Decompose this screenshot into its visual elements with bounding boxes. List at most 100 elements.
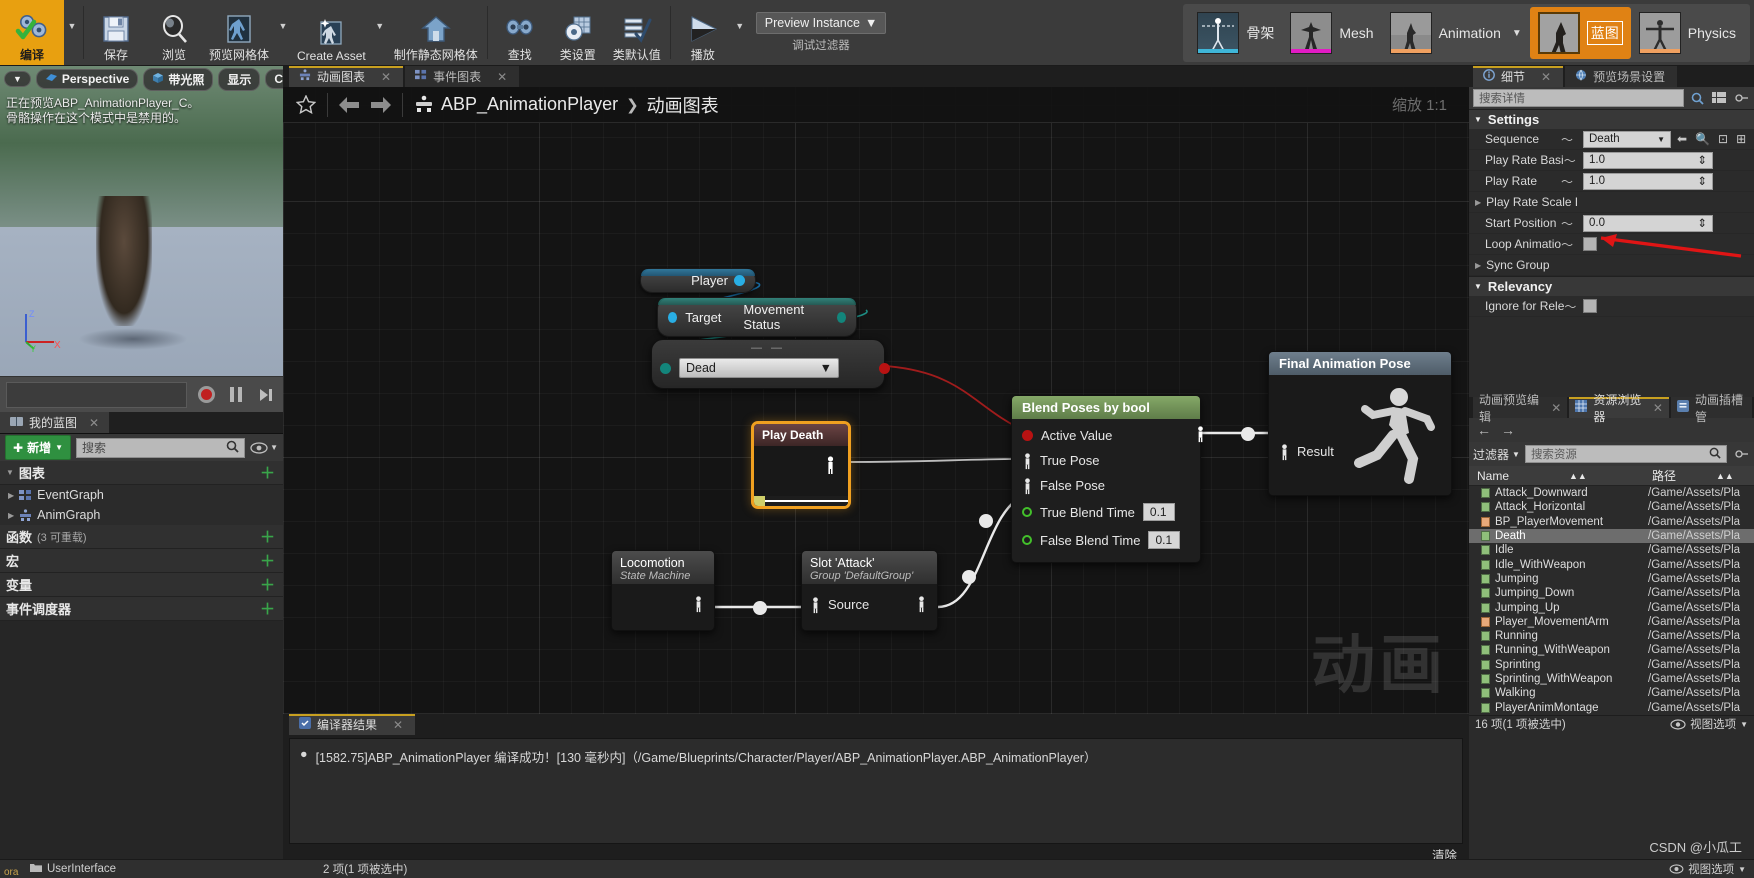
property-play-rate[interactable]: Play Rate 〜 1.0 ⇕ (1469, 171, 1754, 192)
reset-to-default-icon[interactable]: 〜 (1564, 298, 1576, 315)
blend-row-false-blend-time[interactable]: False Blend Time 0.1 (1020, 526, 1192, 554)
result-pin[interactable] (1279, 444, 1289, 461)
play-rate-basis-input[interactable]: 1.0 ⇕ (1583, 151, 1713, 169)
tab-asset-browser[interactable]: 资源浏览器 ✕ (1569, 393, 1669, 424)
new-asset-icon[interactable]: ⊞ (1734, 132, 1748, 146)
close-icon[interactable]: ✕ (497, 70, 507, 84)
add-event-dispatcher-button[interactable]: ＋ (260, 598, 275, 619)
chevron-right-icon[interactable]: ▶ (8, 511, 14, 520)
tab-my-blueprint[interactable]: 我的蓝图 ✕ (0, 412, 111, 433)
asset-row-2[interactable]: BP_PlayerMovement/Game/Assets/Pla (1469, 515, 1754, 529)
browse-to-asset-icon[interactable]: 🔍 (1693, 132, 1712, 146)
animation-scrub-track[interactable] (6, 381, 187, 408)
add-macro-button[interactable]: ＋ (260, 550, 275, 571)
asset-row-6[interactable]: Jumping/Game/Assets/Pla (1469, 572, 1754, 586)
ignore-for-relevancy-checkbox[interactable] (1583, 299, 1597, 313)
asset-row-3-selected[interactable]: Death/Game/Assets/Pla (1469, 528, 1754, 544)
step-button[interactable] (255, 383, 277, 407)
asset-row-11[interactable]: Running_WithWeapon/Game/Assets/Pla (1469, 643, 1754, 657)
true-blend-time-input[interactable]: 0.1 (1142, 503, 1175, 521)
node-slot-attack[interactable]: Slot 'Attack' Group 'DefaultGroup' Sourc… (801, 550, 938, 631)
add-new-button[interactable]: ✚ 新增 ▼ (5, 435, 71, 460)
close-icon[interactable]: ✕ (1653, 401, 1663, 415)
true-pose-pin[interactable] (1022, 453, 1032, 470)
category-relevancy[interactable]: ▼ Relevancy (1469, 276, 1754, 296)
final-pose-result-row[interactable]: Result (1277, 439, 1336, 464)
tab-compiler-results[interactable]: 编译器结果 ✕ (289, 714, 416, 735)
tab-event-graph[interactable]: 事件图表 ✕ (405, 66, 520, 87)
property-play-rate-scale-bias[interactable]: ▶ Play Rate Scale Bi (1469, 192, 1754, 213)
viewport-camera-mode-button[interactable]: Perspective (35, 69, 139, 89)
play-button[interactable]: 播放 (674, 0, 732, 65)
pose-output-pin[interactable] (825, 456, 836, 478)
add-variable-button[interactable]: ＋ (260, 574, 275, 595)
viewport-view-mode-button[interactable]: 带光照 (143, 67, 214, 91)
player-output-pin[interactable] (734, 275, 745, 286)
asset-row-9[interactable]: Player_MovementArm/Game/Assets/Pla (1469, 615, 1754, 629)
false-blend-time-pin[interactable] (1022, 535, 1032, 545)
preview-instance-combo[interactable]: Preview Instance ▼ (755, 12, 887, 34)
find-button[interactable]: 查找 (491, 0, 549, 65)
details-grid-view-icon[interactable] (1710, 89, 1728, 107)
mode-skeleton[interactable]: 骨架 (1189, 7, 1282, 59)
details-settings-icon[interactable] (1732, 89, 1750, 107)
asset-row-15[interactable]: PlayerAnimMontage/Game/Assets/Pla (1469, 700, 1754, 714)
asset-row-13[interactable]: Sprinting_WithWeapon/Game/Assets/Pla (1469, 672, 1754, 686)
compile-dropdown-arrow[interactable]: ▼ (64, 0, 80, 65)
loop-animation-checkbox[interactable] (1583, 237, 1597, 251)
node-final-animation-pose[interactable]: Final Animation Pose Result (1268, 351, 1452, 496)
false-pose-pin[interactable] (1022, 478, 1032, 495)
close-icon[interactable]: ✕ (1551, 401, 1561, 415)
asset-row-12[interactable]: Sprinting/Game/Assets/Pla (1469, 658, 1754, 672)
chevron-right-icon[interactable]: ▶ (1475, 261, 1481, 270)
open-asset-icon[interactable]: ⊡ (1716, 132, 1730, 146)
slot-source-row[interactable]: Source (808, 592, 871, 617)
asset-view-options-icon[interactable] (1732, 445, 1750, 463)
asset-row-4[interactable]: Idle/Game/Assets/Pla (1469, 543, 1754, 557)
sequence-asset-picker[interactable]: Death ▼ (1583, 130, 1671, 148)
status-view-options-button[interactable]: 视图选项 ▼ (1669, 861, 1754, 877)
use-selected-asset-icon[interactable]: ⬅ (1675, 132, 1689, 146)
blend-output-pose-pin[interactable] (1195, 425, 1206, 446)
node-enum-equal[interactable]: — — Dead ▼ (651, 339, 890, 389)
chevron-right-icon[interactable]: ▶ (8, 491, 14, 500)
spinner-icon[interactable]: ⇕ (1697, 174, 1707, 188)
target-input-pin[interactable] (668, 311, 678, 323)
my-blueprint-search-input[interactable]: 搜索 (76, 437, 246, 458)
asset-view-options-button[interactable]: 视图选项 ▼ (1670, 716, 1748, 732)
asset-column-name[interactable]: Name ▲▲ (1469, 469, 1648, 483)
false-blend-time-input[interactable]: 0.1 (1148, 531, 1181, 549)
node-locomotion-state-machine[interactable]: Locomotion State Machine (611, 550, 715, 631)
reset-to-default-icon[interactable]: 〜 (1561, 131, 1573, 148)
make-static-mesh-button[interactable]: 制作静态网格体 (388, 0, 484, 65)
tree-section-event-dispatchers[interactable]: 事件调度器 ＋ (0, 597, 283, 621)
slot-output-pose-pin[interactable] (916, 596, 927, 616)
chevron-right-icon[interactable]: ▶ (1475, 198, 1481, 207)
true-blend-time-pin[interactable] (1022, 507, 1032, 517)
add-function-button[interactable]: ＋ (260, 526, 275, 547)
asset-row-0[interactable]: Attack_Downward/Game/Assets/Pla (1469, 486, 1754, 500)
blend-row-true-pose[interactable]: True Pose (1020, 448, 1192, 473)
tree-section-graphs[interactable]: ▼ 图表 ＋ (0, 461, 283, 485)
reset-to-default-icon[interactable]: 〜 (1564, 152, 1576, 169)
blend-row-true-blend-time[interactable]: True Blend Time 0.1 (1020, 498, 1192, 526)
locomotion-output-pose-pin[interactable] (693, 596, 704, 616)
spinner-icon[interactable]: ⇕ (1697, 153, 1707, 167)
spinner-icon[interactable]: ⇕ (1697, 216, 1707, 230)
node-get-movement-status[interactable]: Target Movement Status (657, 297, 857, 337)
tab-anim-slot-manager[interactable]: 动画插槽管 (1670, 393, 1752, 424)
node-blend-poses-by-bool[interactable]: Blend Poses by bool Active Value True Po… (1011, 395, 1206, 563)
tree-section-functions[interactable]: 函数 (3 可重载) ＋ (0, 525, 283, 549)
tree-section-macros[interactable]: 宏 ＋ (0, 549, 283, 573)
tab-details[interactable]: 细节 ✕ (1473, 66, 1564, 87)
source-pin[interactable] (810, 597, 820, 614)
preview-mesh-dropdown-arrow[interactable]: ▼ (275, 0, 291, 65)
node-play-death[interactable]: Play Death (751, 421, 851, 509)
save-button[interactable]: 保存 (87, 0, 145, 65)
preview-viewport[interactable]: ▼ Perspective 带光照 显示 C 正在预览ABP_Animation… (0, 66, 283, 376)
property-sync-group[interactable]: ▶ Sync Group (1469, 255, 1754, 276)
enum-input-pin[interactable] (660, 362, 671, 374)
tab-preview-scene-settings[interactable]: 预览场景设置 (1565, 66, 1678, 87)
asset-list[interactable]: Attack_Downward/Game/Assets/Pla Attack_H… (1469, 486, 1754, 715)
compile-button[interactable]: 编译 (0, 0, 64, 65)
